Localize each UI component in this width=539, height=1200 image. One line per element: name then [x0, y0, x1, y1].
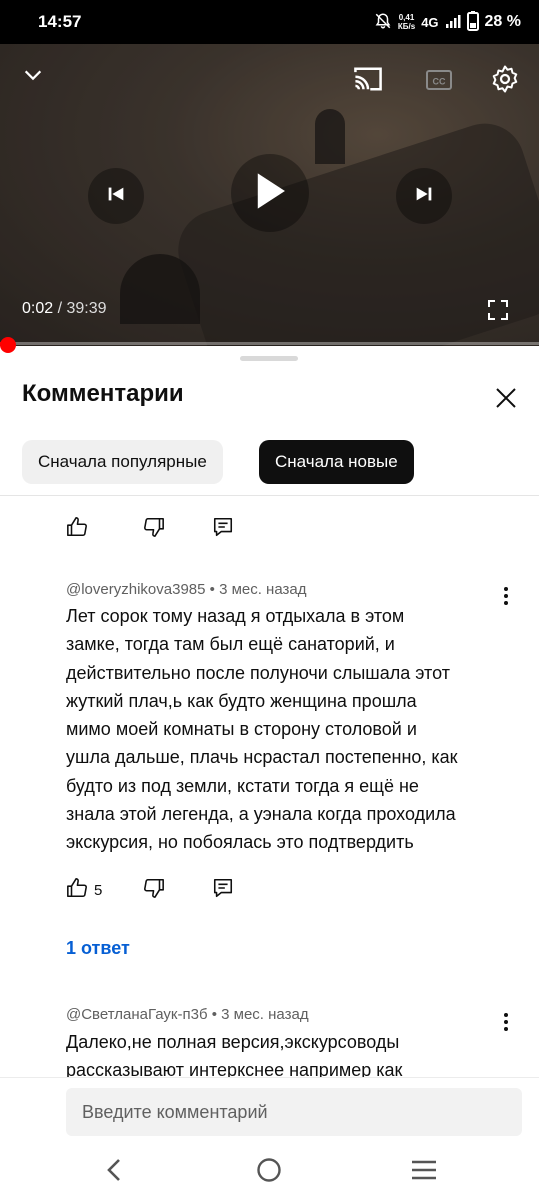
thumbs-down-icon: [143, 516, 165, 542]
comment-line: замке, тогда там был ещё санаторий, и: [66, 634, 395, 655]
previous-button[interactable]: [88, 168, 144, 224]
next-button[interactable]: [396, 168, 452, 224]
comment-line: действительно после полуночи слышала это…: [66, 662, 450, 683]
reply-button[interactable]: [212, 877, 234, 903]
close-icon[interactable]: [490, 382, 522, 414]
play-icon: [253, 172, 287, 215]
settings-icon[interactable]: [488, 62, 522, 96]
like-count: 5: [94, 881, 103, 899]
comment-author[interactable]: @loveryzhikova3985: [66, 581, 205, 598]
comment-age: 3 мес. назад: [219, 581, 307, 598]
thumbs-down-icon: [143, 877, 165, 903]
comment-line: жуткий плач,ь как будто женщина прошла: [66, 690, 417, 711]
comment-meta: @СветланаГаук-п3б • 3 мес. назад: [66, 1006, 309, 1023]
recents-icon[interactable]: [410, 1156, 438, 1184]
battery-percent: 28 %: [484, 13, 521, 30]
comment-text: Далеко,не полная версия,экскурсоводы рас…: [66, 1028, 506, 1077]
sort-chip-newest[interactable]: Сначала новые: [259, 440, 414, 484]
cast-icon[interactable]: [350, 64, 386, 94]
comment-text: Лет сорок тому назад я отдыхала в этом з…: [66, 602, 506, 857]
status-indicators: 0,41 КБ/s 4G 28 %: [374, 10, 521, 34]
mute-icon: [374, 12, 392, 33]
thumbs-up-icon: [66, 516, 88, 542]
comment-line: Далеко,не полная версия,экскурсоводы: [66, 1032, 400, 1052]
thumbs-up-icon: [66, 877, 88, 903]
fullscreen-icon[interactable]: [486, 298, 510, 322]
meta-separator: •: [209, 581, 220, 598]
comment-line: рассказывают интеркснее например как: [66, 1060, 403, 1077]
network-speed: 0,41 КБ/s: [398, 13, 415, 31]
battery-icon: [466, 10, 479, 34]
like-button[interactable]: 5: [66, 877, 102, 903]
video-player[interactable]: CC 0:02 / 39:39: [0, 44, 539, 346]
progress-thumb[interactable]: [0, 337, 16, 353]
next-icon: [413, 183, 435, 210]
sort-chip-popular[interactable]: Сначала популярные: [22, 440, 223, 484]
comment-age: 3 мес. назад: [221, 1006, 309, 1023]
reply-icon: [212, 516, 234, 542]
network-speed-unit: КБ/s: [397, 22, 416, 31]
system-nav-bar: [0, 1140, 539, 1200]
drag-handle[interactable]: [240, 356, 298, 361]
dislike-button[interactable]: [143, 877, 165, 903]
reply-icon: [212, 877, 234, 903]
reply-button[interactable]: [212, 516, 234, 542]
replies-link[interactable]: 1 ответ: [66, 938, 130, 959]
current-time: 0:02: [22, 300, 54, 317]
network-type: 4G: [421, 14, 439, 30]
comment-author[interactable]: @СветланаГаук-п3б: [66, 1006, 208, 1023]
comment-input[interactable]: Введите комментарий: [66, 1088, 522, 1136]
home-icon[interactable]: [255, 1156, 283, 1184]
time-readout: 0:02 / 39:39: [22, 300, 107, 318]
progress-bar[interactable]: [0, 342, 539, 345]
like-button[interactable]: [66, 516, 88, 542]
chevron-down-icon[interactable]: [18, 60, 48, 90]
back-icon[interactable]: [100, 1156, 128, 1184]
comment-line: знала этой легенда, а уэнала когда прохо…: [66, 804, 456, 825]
previous-icon: [105, 183, 127, 210]
comments-title: Комментарии: [22, 380, 184, 407]
meta-separator: •: [211, 1006, 222, 1023]
signal-icon: [445, 13, 461, 32]
captions-icon[interactable]: CC: [424, 66, 454, 94]
play-button[interactable]: [231, 154, 309, 232]
comments-sheet: Комментарии Сначала популярные Сначала н…: [0, 346, 539, 1200]
divider: [0, 495, 539, 496]
duration: 39:39: [66, 300, 107, 317]
comment-line: будто из под земли, кстати тогда я ещё н…: [66, 775, 419, 796]
comment-meta: @loveryzhikova3985 • 3 мес. назад: [66, 581, 307, 598]
time-separator: /: [53, 300, 67, 317]
status-time: 14:57: [38, 12, 82, 31]
status-bar: 14:57 0,41 КБ/s 4G 28 %: [0, 0, 539, 44]
svg-text:CC: CC: [433, 77, 446, 87]
comment-line: экскурсия, но побоялась это подтвердить: [66, 832, 414, 853]
comment-line: Лет сорок тому назад я отдыхала в этом: [66, 606, 405, 626]
comment-line: мимо моей комнаты в сторону столовой и: [66, 719, 417, 740]
network-speed-value: 0,41: [398, 13, 415, 22]
dislike-button[interactable]: [143, 516, 165, 542]
comment-line: ушла дальше, плачь нсрастал постепенно, …: [66, 747, 458, 768]
